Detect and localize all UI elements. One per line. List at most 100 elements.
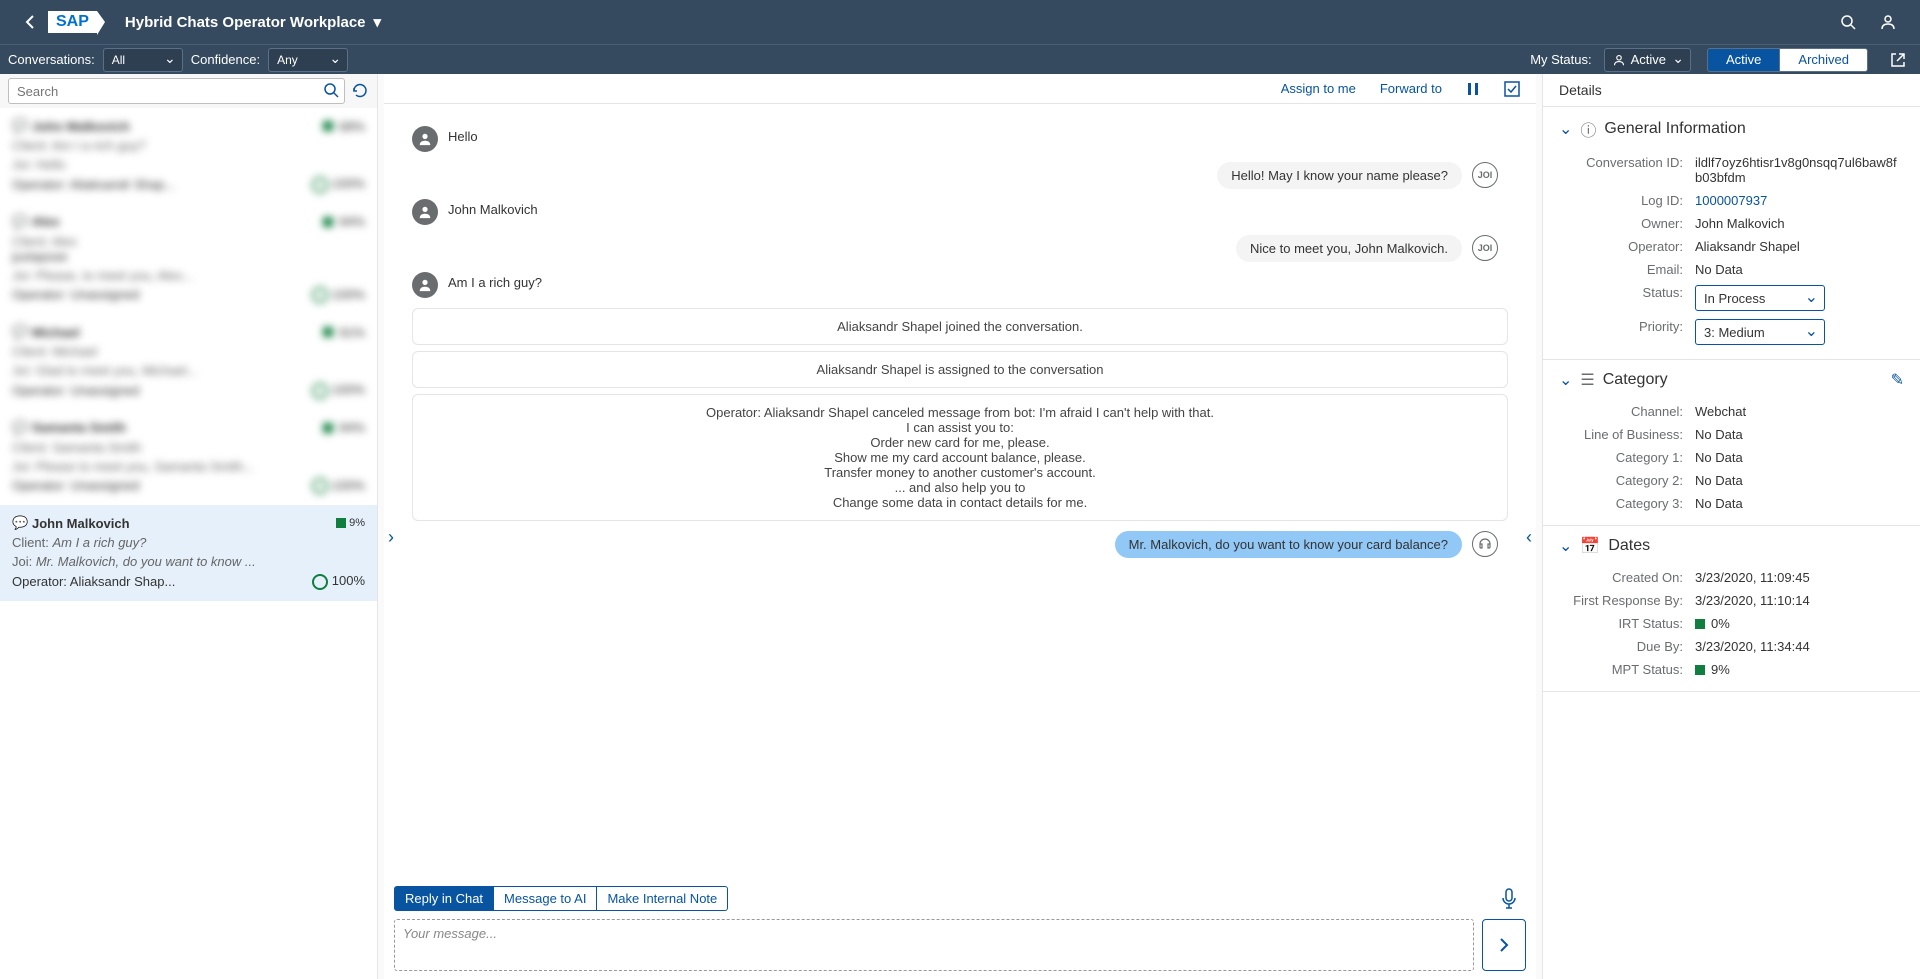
title-dropdown-icon: ▾ (374, 13, 382, 31)
pause-icon[interactable] (1466, 82, 1480, 96)
tab-message-ai[interactable]: Message to AI (494, 886, 596, 911)
archive-toggle: Active Archived (1707, 48, 1868, 72)
my-status-select[interactable]: Active (1604, 48, 1691, 72)
page-title-text: Hybrid Chats Operator Workplace (125, 14, 366, 31)
details-body[interactable]: ⌄ ⓘ General Information Conversation ID:… (1543, 107, 1920, 979)
conversation-sidebar: 💬John Malkovich68% Client: Am I a rich g… (0, 74, 378, 979)
search-icon[interactable] (1828, 14, 1868, 30)
complete-icon[interactable] (1504, 81, 1520, 97)
operator-avatar-icon (1472, 531, 1498, 557)
details-panel: Details ⌄ ⓘ General Information Conversa… (1542, 74, 1920, 979)
value-irt: 0% (1695, 616, 1898, 631)
list-item: 💬Alex94% Client: Alex juxtaposeJoi: Plea… (0, 204, 377, 315)
external-link-icon[interactable] (1884, 52, 1912, 68)
search-submit-icon[interactable] (323, 82, 339, 98)
confidence-select[interactable]: Any (268, 48, 348, 72)
reply-area: Your message... (384, 911, 1536, 979)
status-select[interactable]: In Process (1695, 285, 1825, 311)
label-priority: Priority: (1565, 319, 1695, 345)
conversation-list[interactable]: 💬John Malkovich68% Client: Am I a rich g… (0, 108, 377, 979)
conv-operator: Operator: Aliaksandr Shap... (12, 574, 175, 589)
label-cat2: Category 2: (1565, 473, 1695, 488)
label-owner: Owner: (1565, 216, 1695, 231)
user-icon[interactable] (1868, 14, 1908, 30)
calendar-icon: 📅 (1580, 536, 1600, 556)
label-cat1: Category 1: (1565, 450, 1695, 465)
value-created: 3/23/2020, 11:09:45 (1695, 570, 1898, 585)
chat-actions: Assign to me Forward to (384, 74, 1536, 104)
conv-confidence: 100% (312, 573, 365, 590)
value-cat3: No Data (1695, 496, 1898, 511)
chat-panel: Assign to me Forward to › ‹ Hello Hello!… (384, 74, 1536, 979)
system-message: Aliaksandr Shapel joined the conversatio… (412, 308, 1508, 345)
bot-avatar-icon: JOI (1472, 235, 1498, 261)
confidence-label: Confidence: (191, 52, 260, 67)
person-icon (1613, 54, 1625, 66)
label-due: Due By: (1565, 639, 1695, 654)
system-message: Operator: Aliaksandr Shapel canceled mes… (412, 394, 1508, 521)
info-icon: ⓘ (1580, 117, 1596, 141)
label-conversation-id: Conversation ID: (1565, 155, 1695, 185)
chevron-down-icon[interactable]: ⌄ (1559, 119, 1572, 139)
assign-to-me-link[interactable]: Assign to me (1281, 81, 1356, 96)
status-square-icon (1695, 665, 1705, 675)
priority-select[interactable]: 3: Medium (1695, 319, 1825, 345)
conv-name: John Malkovich (32, 516, 330, 531)
tab-active-button[interactable]: Active (1707, 48, 1779, 72)
section-title: Category (1603, 371, 1668, 389)
value-mpt: 9% (1695, 662, 1898, 677)
message-in: Hello (448, 126, 478, 144)
customer-avatar-icon (412, 199, 438, 225)
search-input[interactable] (8, 78, 345, 104)
conv-preview-2: Joi: Mr. Malkovich, do you want to know … (12, 554, 365, 569)
section-general: ⌄ ⓘ General Information Conversation ID:… (1543, 107, 1920, 360)
tab-internal-note[interactable]: Make Internal Note (596, 886, 728, 911)
label-cat3: Category 3: (1565, 496, 1695, 511)
edit-icon[interactable]: ✎ (1891, 370, 1904, 390)
microphone-icon[interactable] (1492, 888, 1526, 910)
reply-tabs: Reply in Chat Message to AI Make Interna… (394, 886, 1526, 911)
customer-avatar-icon (412, 126, 438, 152)
label-irt: IRT Status: (1565, 616, 1695, 631)
message-bot: Hello! May I know your name please? (1217, 162, 1462, 189)
chat-messages[interactable]: Hello Hello! May I know your name please… (384, 104, 1536, 886)
label-mpt: MPT Status: (1565, 662, 1695, 677)
conversations-select[interactable]: All (103, 48, 183, 72)
main-content: 💬John Malkovich68% Client: Am I a rich g… (0, 74, 1920, 979)
send-button[interactable] (1482, 919, 1526, 971)
label-log-id: Log ID: (1565, 193, 1695, 208)
back-button[interactable] (12, 14, 48, 30)
value-log-id[interactable]: 1000007937 (1695, 193, 1898, 208)
label-created: Created On: (1565, 570, 1695, 585)
page-title[interactable]: Hybrid Chats Operator Workplace ▾ (125, 13, 381, 31)
section-title: General Information (1604, 120, 1745, 138)
section-dates: ⌄ 📅 Dates Created On:3/23/2020, 11:09:45… (1543, 526, 1920, 692)
tab-archived-button[interactable]: Archived (1779, 48, 1868, 72)
list-item: 💬John Malkovich68% Client: Am I a rich g… (0, 108, 377, 204)
list-item-selected[interactable]: 💬 John Malkovich 9% Client: Am I a rich … (0, 505, 377, 601)
message-bot: Nice to meet you, John Malkovich. (1236, 235, 1462, 262)
value-cat1: No Data (1695, 450, 1898, 465)
message-input[interactable]: Your message... (394, 919, 1474, 971)
forward-to-link[interactable]: Forward to (1380, 81, 1442, 96)
value-owner: John Malkovich (1695, 216, 1898, 231)
list-item: 💬Michael91% Client: Michael Joi: Glad to… (0, 314, 377, 410)
value-operator: Aliaksandr Shapel (1695, 239, 1898, 254)
label-email: Email: (1565, 262, 1695, 277)
search-input-wrap (8, 78, 345, 104)
tab-reply-chat[interactable]: Reply in Chat (394, 886, 494, 911)
sap-logo: SAP (48, 11, 97, 33)
label-status: Status: (1565, 285, 1695, 311)
value-email: No Data (1695, 262, 1898, 277)
value-lob: No Data (1695, 427, 1898, 442)
refresh-icon[interactable] (351, 82, 369, 100)
chat-bullet-icon: 💬 (12, 515, 26, 531)
search-row (0, 74, 377, 108)
filter-toolbar: Conversations: All Confidence: Any My St… (0, 44, 1920, 74)
value-due: 3/23/2020, 11:34:44 (1695, 639, 1898, 654)
message-in: Am I a rich guy? (448, 272, 542, 290)
chevron-down-icon[interactable]: ⌄ (1559, 536, 1572, 556)
chevron-down-icon[interactable]: ⌄ (1559, 370, 1572, 390)
conv-badge: 9% (336, 517, 365, 529)
value-first-response: 3/23/2020, 11:10:14 (1695, 593, 1898, 608)
